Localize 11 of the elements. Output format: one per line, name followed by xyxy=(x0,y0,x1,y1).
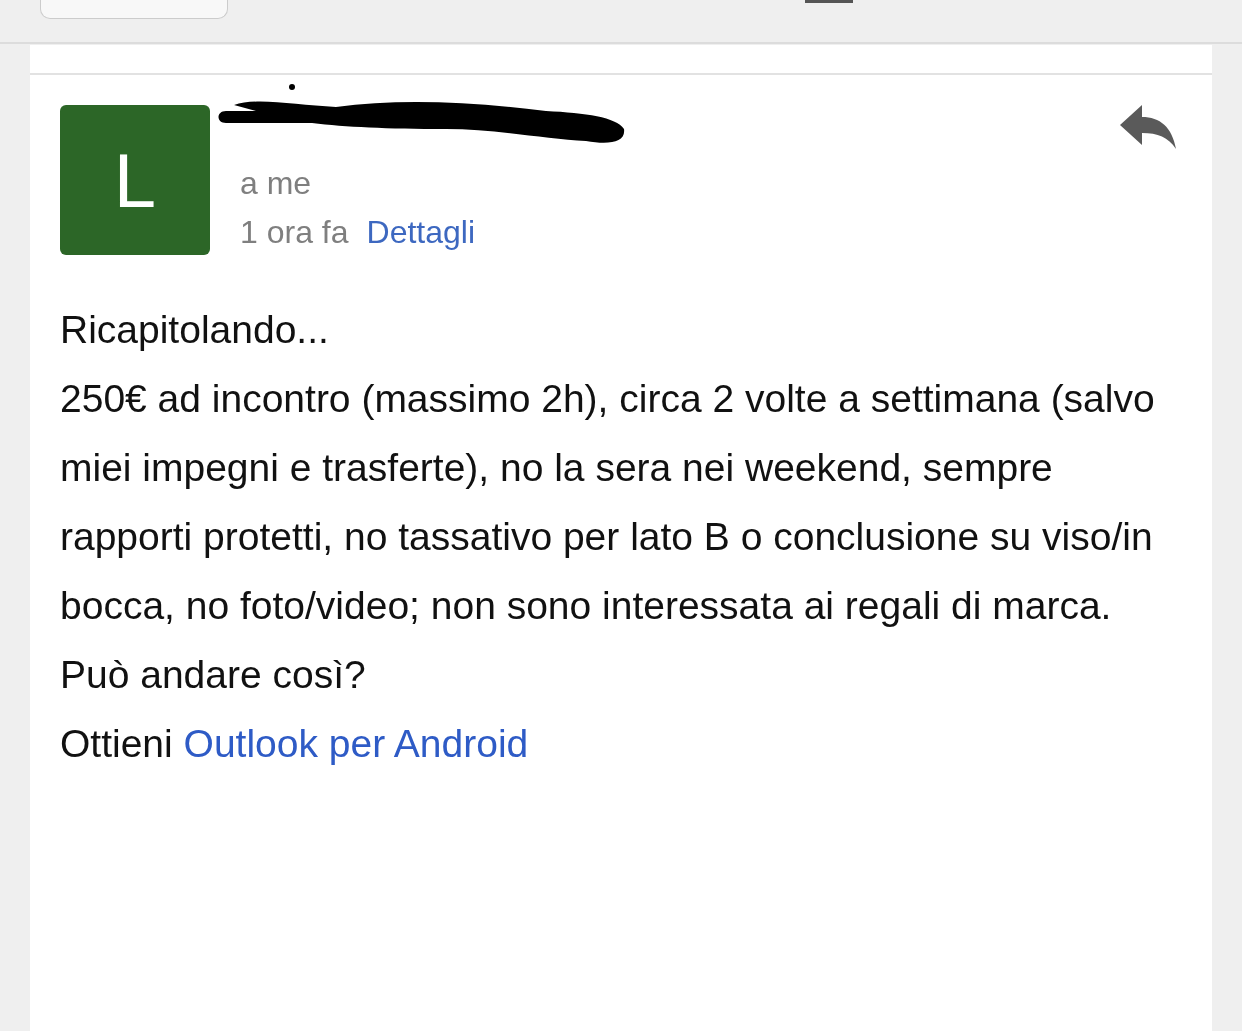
sender-avatar: L xyxy=(60,105,210,255)
message-text: Ricapitolando... xyxy=(60,307,330,353)
recipient-label: a me xyxy=(240,165,313,202)
message-text: 250€ ad incontro (massimo 2h), circa 2 volte a settimana (salvo miei impegni e trasferte), no la sera nei weekend, sempre rapporti protetti, no tassativo per lato B o conclusione su viso/in bocca, no foto/video; non sono interessata ai regali di marca. xyxy=(60,376,1156,629)
message-text: Può andare così? xyxy=(60,652,367,698)
handle-bar xyxy=(805,0,853,3)
reply-icon[interactable] xyxy=(1120,105,1176,151)
time-label: 1 ora fa xyxy=(240,214,349,251)
outlook-link[interactable]: Outlook per Android xyxy=(183,722,529,765)
details-link[interactable]: Dettagli xyxy=(366,214,475,251)
signature-text: Ottieni Outlook per Android xyxy=(60,721,530,767)
